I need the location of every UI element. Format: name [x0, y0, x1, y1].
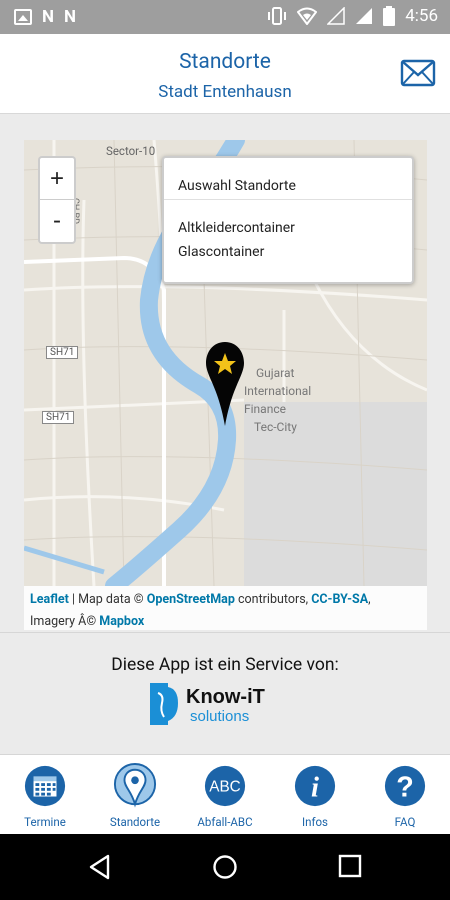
abc-icon: ABC — [203, 761, 247, 811]
map-label-place: International — [244, 384, 312, 398]
mapbox-link[interactable]: Mapbox — [99, 614, 144, 629]
service-text: Diese App ist ein Service von: — [111, 655, 339, 675]
vibrate-icon — [268, 7, 287, 25]
map-label-place: Tec-City — [254, 420, 297, 434]
logo-name: Know-iT — [186, 686, 265, 708]
company-logo[interactable]: Know-iT solutions — [150, 681, 310, 731]
help-icon: ? — [383, 761, 427, 811]
layer-control: Auswahl Standorte Altkleidercontainer Gl… — [162, 156, 414, 284]
signal-empty-icon — [327, 7, 345, 25]
nav-standorte[interactable]: Standorte — [90, 755, 180, 834]
n-icon: N — [42, 7, 54, 27]
nav-label: Termine — [24, 815, 66, 829]
abc-icon-text: ABC — [209, 779, 240, 796]
location-pin-icon — [113, 761, 157, 811]
recents-icon[interactable] — [338, 854, 362, 878]
status-right-icons: 4:56 — [267, 6, 438, 26]
nav-label: Infos — [302, 815, 328, 829]
layer-control-title: Auswahl Standorte — [164, 158, 412, 200]
info-icon-text: i — [311, 772, 319, 804]
nav-label: Standorte — [109, 815, 161, 829]
attribution-text: , — [368, 592, 371, 607]
star-marker-icon[interactable] — [204, 340, 246, 432]
zoom-out-button[interactable]: - — [40, 200, 74, 242]
map-attribution: Leaflet | Map data © OpenStreetMap contr… — [24, 586, 427, 630]
mail-button[interactable] — [400, 58, 436, 88]
map-road-badge: SH71 — [42, 411, 75, 424]
map-label-place: Gujarat — [256, 366, 295, 380]
status-time: 4:56 — [405, 6, 438, 26]
calendar-icon — [23, 761, 67, 811]
service-section: Diese App ist ein Service von: Know-iT s… — [0, 632, 450, 754]
layer-option-glas[interactable]: Glascontainer — [164, 244, 412, 260]
leaflet-link[interactable]: Leaflet — [30, 592, 69, 607]
nav-faq[interactable]: ? FAQ — [360, 755, 450, 834]
app-header: Standorte Stadt Entenhausn — [0, 34, 450, 114]
info-icon: i — [293, 761, 337, 811]
map-label-place: Finance — [244, 402, 286, 416]
system-nav-bar — [0, 834, 450, 900]
zoom-control: + - — [38, 156, 76, 244]
attribution-text: | Map data © — [68, 592, 147, 607]
n-icon: N — [64, 7, 76, 27]
status-left-icons: N N — [14, 7, 76, 27]
back-icon[interactable] — [88, 854, 112, 880]
layer-option-altkleider[interactable]: Altkleidercontainer — [164, 220, 412, 236]
page-subtitle: Stadt Entenhausn — [158, 82, 292, 102]
zoom-in-button[interactable]: + — [40, 158, 74, 200]
signal-full-icon — [356, 8, 373, 24]
nav-label: Abfall-ABC — [197, 815, 253, 829]
nav-infos[interactable]: i Infos — [270, 755, 360, 834]
status-bar: N N 4:56 — [0, 0, 450, 34]
logo-sub: solutions — [190, 708, 249, 725]
map-road-badge: SH71 — [46, 346, 79, 359]
license-link[interactable]: CC-BY-SA — [311, 592, 368, 607]
nav-abfall-abc[interactable]: ABC Abfall-ABC — [180, 755, 270, 834]
nav-label: FAQ — [394, 815, 416, 829]
page-title: Standorte — [179, 50, 271, 74]
map-view[interactable]: Sector-10 CH RD SH71 SH71 Gujarat Intern… — [24, 140, 427, 586]
map-label-sector: Sector-10 — [106, 144, 156, 158]
attribution-text: contributors, — [234, 592, 312, 607]
mail-icon — [400, 59, 436, 87]
bottom-nav: Termine Standorte ABC Abfall-ABC i Infos… — [0, 754, 450, 834]
help-icon-text: ? — [396, 772, 414, 804]
wifi-icon — [297, 7, 318, 25]
attribution-text: Imagery Â© — [30, 614, 100, 629]
nav-termine[interactable]: Termine — [0, 755, 90, 834]
osm-link[interactable]: OpenStreetMap — [147, 592, 235, 607]
home-icon[interactable] — [212, 854, 238, 880]
image-icon — [14, 9, 32, 25]
battery-icon — [383, 6, 396, 26]
